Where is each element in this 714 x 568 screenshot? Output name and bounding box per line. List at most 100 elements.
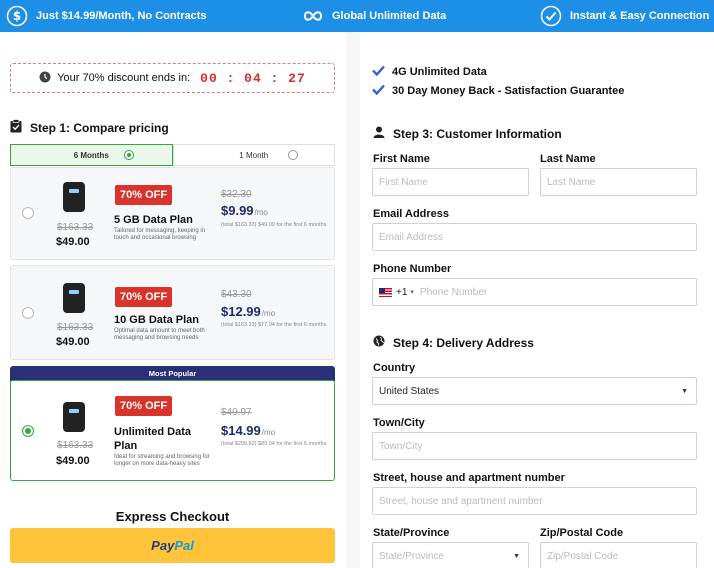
- period-radio[interactable]: [287, 150, 298, 160]
- banner-connection-text: Instant & Easy Connection: [570, 10, 710, 22]
- banner-item-price: $ Just $14.99/Month, No Contracts: [6, 0, 207, 32]
- banner-price-text: Just $14.99/Month, No Contracts: [36, 10, 207, 22]
- plan-old-monthly: $49.97: [221, 407, 252, 418]
- first-name-label: First Name: [373, 153, 430, 165]
- period-radio-selected[interactable]: [124, 150, 134, 160]
- plan-card-5gb[interactable]: $163.33 $49.00 70% OFF 5 GB Data Plan Ta…: [10, 167, 335, 260]
- discount-badge: 70% OFF: [115, 396, 173, 416]
- period-option-label: 1 Month: [239, 150, 269, 160]
- country-value: United States: [379, 385, 440, 397]
- state-label: State/Province: [373, 527, 450, 539]
- chevron-down-icon[interactable]: ▾: [410, 288, 414, 296]
- hotspot-device-icon: [63, 182, 85, 212]
- paypal-button[interactable]: Pay Pal: [10, 528, 335, 563]
- check-circle-icon: [540, 5, 562, 27]
- plan-radio[interactable]: [22, 207, 34, 219]
- monthly-price-value: $12.99: [221, 304, 261, 319]
- country-select[interactable]: United States ▼: [372, 377, 697, 405]
- plan-name: 5 GB Data Plan: [114, 214, 193, 226]
- first-name-input[interactable]: First Name: [372, 168, 529, 196]
- plan-total-price: $49.00: [56, 336, 90, 348]
- hotspot-device-icon: [63, 283, 85, 313]
- city-label: Town/City: [373, 417, 425, 429]
- phone-country-code[interactable]: +1: [396, 287, 407, 298]
- clock-icon: [39, 71, 51, 86]
- svg-text:$: $: [13, 9, 21, 23]
- plan-card-unlimited[interactable]: $163.33 $49.00 70% OFF Unlimited Data Pl…: [10, 380, 335, 481]
- paypal-logo-pay: Pay: [151, 538, 175, 553]
- street-label: Street, house and apartment number: [373, 472, 565, 484]
- checkmark-icon: [372, 65, 385, 79]
- last-name-input[interactable]: Last Name: [540, 168, 697, 196]
- chevron-down-icon: ▼: [681, 388, 688, 395]
- plan-description: Ideal for streaming and browsing for lon…: [114, 454, 210, 467]
- dollar-icon: $: [6, 5, 28, 27]
- clipboard-check-icon: [10, 119, 22, 136]
- user-icon: [373, 126, 385, 141]
- discount-timer: Your 70% discount ends in: 00 : 04 : 27: [10, 63, 335, 93]
- plan-name: Unlimited Data Plan: [114, 426, 192, 452]
- city-input[interactable]: Town/City: [372, 432, 697, 460]
- per-month-label: /mo: [261, 309, 276, 318]
- countdown-value: 00 : 04 : 27: [200, 70, 306, 86]
- plan-fine-print: (total $299.82) $89.94 for the first 6 m…: [221, 441, 327, 447]
- monthly-price-value: $14.99: [221, 423, 261, 438]
- plan-old-monthly: $43.30: [221, 289, 252, 300]
- banner-item-connection: Instant & Easy Connection: [540, 0, 709, 32]
- guarantee-item: 30 Day Money Back - Satisfaction Guarant…: [372, 84, 624, 98]
- monthly-price-value: $9.99: [221, 203, 254, 218]
- banner-data-text: Global Unlimited Data: [332, 10, 447, 22]
- email-label: Email Address: [373, 208, 450, 220]
- plan-old-total: $163.33: [57, 222, 94, 233]
- plan-total-price: $49.00: [56, 236, 90, 248]
- period-option-label: 6 Months: [73, 150, 109, 160]
- plan-total-price: $49.00: [56, 455, 90, 467]
- step1-title: Step 1: Compare pricing: [30, 120, 169, 135]
- step1-heading: Step 1: Compare pricing: [10, 119, 169, 136]
- plan-name: 10 GB Data Plan: [114, 314, 199, 326]
- discount-badge: 70% OFF: [115, 287, 173, 307]
- us-flag-icon: [379, 287, 392, 297]
- billing-period-toggle: 6 Months 1 Month: [10, 144, 335, 166]
- state-placeholder: State/Province: [379, 550, 445, 562]
- street-input[interactable]: Street, house and apartment number: [372, 487, 697, 515]
- plan-old-total: $163.33: [57, 322, 94, 333]
- express-checkout-title: Express Checkout: [115, 509, 230, 524]
- plan-monthly-price: $12.99/mo: [221, 304, 275, 319]
- state-select[interactable]: State/Province ▼: [372, 542, 529, 568]
- last-name-label: Last Name: [540, 153, 596, 165]
- plan-description: Optimal data amount to meet both messagi…: [114, 328, 205, 341]
- hotspot-device-icon: [63, 402, 85, 432]
- phone-placeholder: Phone Number: [419, 286, 488, 298]
- guarantee-text: 30 Day Money Back - Satisfaction Guarant…: [392, 85, 625, 97]
- period-option-1-month[interactable]: 1 Month: [172, 144, 335, 166]
- step3-title: Step 3: Customer Information: [393, 126, 562, 141]
- plan-radio-selected[interactable]: [22, 425, 34, 437]
- plan-old-monthly: $32.30: [221, 189, 252, 200]
- step4-heading: Step 4: Delivery Address: [373, 335, 534, 350]
- phone-input[interactable]: +1 ▾ Phone Number: [372, 278, 697, 306]
- guarantee-text: 4G Unlimited Data: [392, 66, 487, 78]
- country-label: Country: [373, 362, 416, 374]
- period-option-6-months[interactable]: 6 Months: [10, 144, 173, 166]
- plan-fine-print: (total $163.33) $49.00 for the first 6 m…: [221, 222, 327, 228]
- chevron-down-icon: ▼: [513, 553, 520, 560]
- step3-heading: Step 3: Customer Information: [373, 126, 562, 141]
- per-month-label: /mo: [254, 208, 268, 217]
- paypal-logo-pal: Pal: [174, 538, 194, 553]
- discount-badge: 70% OFF: [115, 185, 173, 205]
- discount-timer-label: Your 70% discount ends in:: [57, 72, 191, 84]
- plan-old-total: $163.33: [57, 440, 94, 451]
- top-banner: $ Just $14.99/Month, No Contracts Global…: [0, 0, 714, 32]
- email-input[interactable]: Email Address: [372, 223, 697, 251]
- checkmark-icon: [372, 84, 385, 98]
- zip-label: Zip/Postal Code: [540, 527, 624, 539]
- most-popular-ribbon: Most Popular: [10, 366, 335, 381]
- infinity-icon: [302, 9, 324, 23]
- plan-monthly-price: $9.99/mo: [221, 203, 268, 218]
- plan-radio[interactable]: [22, 307, 34, 319]
- plan-description: Tailored for messaging, keeping in touch…: [114, 228, 206, 241]
- step4-title: Step 4: Delivery Address: [393, 335, 534, 350]
- plan-card-10gb[interactable]: $163.33 $49.00 70% OFF 10 GB Data Plan O…: [10, 265, 335, 360]
- zip-input[interactable]: Zip/Postal Code: [540, 542, 697, 568]
